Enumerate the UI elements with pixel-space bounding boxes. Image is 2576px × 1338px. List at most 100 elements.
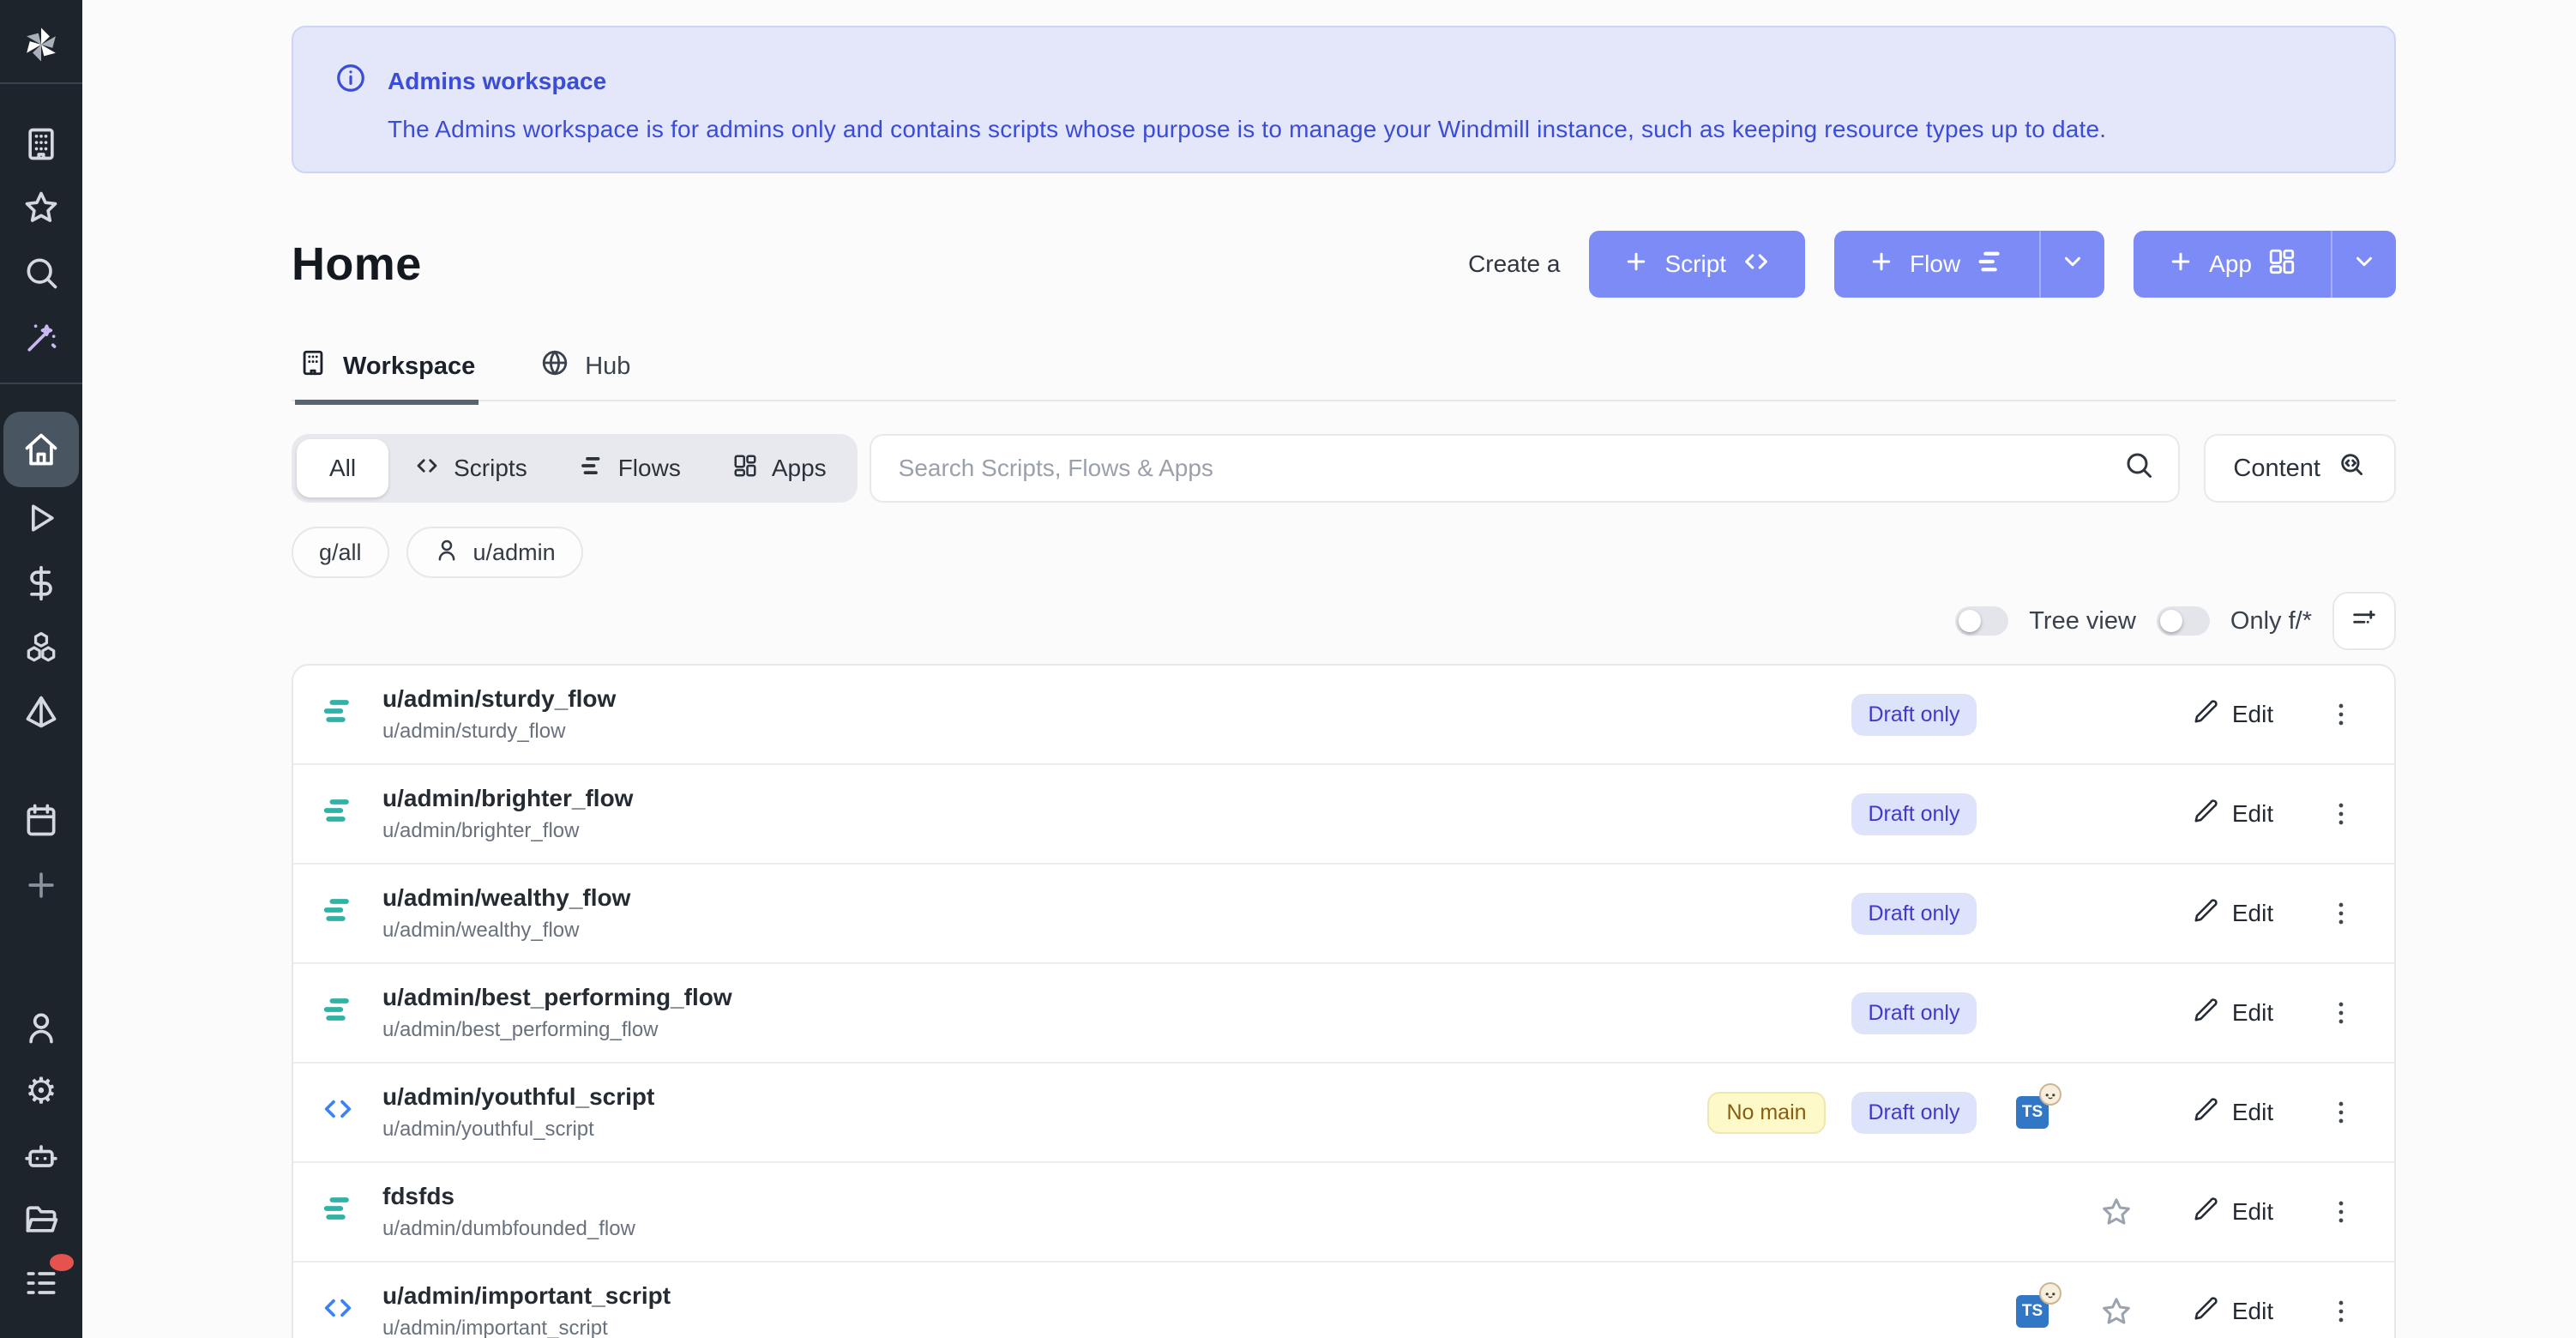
script-code-icon: [321, 1291, 355, 1332]
create-app-dropdown[interactable]: [2331, 231, 2396, 298]
item-title: fdsfds: [382, 1183, 635, 1210]
draft-only-badge: Draft only: [1851, 694, 1977, 736]
chip-user-admin[interactable]: u/admin: [406, 527, 583, 578]
sidebar-divider: [0, 383, 82, 384]
create-flow-button[interactable]: Flow: [1834, 231, 2039, 298]
page-title: Home: [292, 238, 422, 291]
home-icon[interactable]: [3, 412, 79, 487]
app-grid-icon: [2267, 247, 2296, 282]
favorites-star-icon[interactable]: [0, 189, 82, 226]
logs-icon[interactable]: [0, 1264, 82, 1302]
draft-only-badge: Draft only: [1851, 992, 1977, 1034]
item-title: u/admin/youthful_script: [382, 1083, 654, 1111]
tree-view-label: Tree view: [2029, 607, 2136, 636]
resources-boxes-icon[interactable]: [0, 630, 82, 667]
pencil-icon: [2193, 898, 2218, 930]
list-item[interactable]: u/admin/wealthy_flow u/admin/wealthy_flo…: [293, 865, 2394, 964]
edit-button[interactable]: Edit: [2182, 896, 2284, 931]
tab-workspace-label: Workspace: [343, 353, 475, 381]
search-box: [870, 434, 2181, 503]
create-app-split-button: App: [2134, 231, 2396, 298]
folders-icon[interactable]: [0, 1201, 82, 1239]
tab-hub-label: Hub: [585, 353, 630, 381]
create-script-label: Script: [1664, 250, 1726, 278]
kebab-menu-button[interactable]: [2320, 892, 2362, 935]
user-icon[interactable]: [0, 1009, 82, 1046]
list-item[interactable]: fdsfds u/admin/dumbfounded_flow No main …: [293, 1163, 2394, 1263]
admins-workspace-banner: Admins workspace The Admins workspace is…: [292, 26, 2396, 173]
create-app-label: App: [2209, 250, 2252, 278]
segment-apps[interactable]: Apps: [707, 439, 852, 497]
draft-only-badge: Draft only: [1851, 793, 1977, 835]
search-input[interactable]: [895, 453, 2124, 484]
list-item[interactable]: u/admin/youthful_script u/admin/youthful…: [293, 1064, 2394, 1163]
tab-hub[interactable]: Hub: [537, 348, 634, 400]
kebab-menu-button[interactable]: [2320, 793, 2362, 835]
segment-scripts-label: Scripts: [454, 455, 527, 482]
typescript-bun-icon: TS: [2016, 1096, 2049, 1129]
content-search-button[interactable]: Content: [2204, 434, 2396, 503]
segment-flows-label: Flows: [618, 455, 681, 482]
kebab-menu-button[interactable]: [2320, 1091, 2362, 1134]
kebab-menu-button[interactable]: [2320, 1190, 2362, 1233]
workers-bot-icon[interactable]: [0, 1137, 82, 1175]
schedules-pyramid-icon[interactable]: [0, 693, 82, 731]
list-item[interactable]: u/admin/brighter_flow u/admin/brighter_f…: [293, 765, 2394, 865]
settings-gear-icon[interactable]: ⚙: [0, 1072, 82, 1110]
chip-group-label: g/all: [319, 539, 362, 566]
edit-button[interactable]: Edit: [2182, 1294, 2284, 1329]
create-app-button[interactable]: App: [2134, 231, 2331, 298]
chip-group-all[interactable]: g/all: [292, 527, 389, 578]
list-item[interactable]: u/admin/sturdy_flow u/admin/sturdy_flow …: [293, 666, 2394, 765]
kebab-menu-button[interactable]: [2320, 991, 2362, 1034]
create-script-button[interactable]: Script: [1589, 231, 1805, 298]
pencil-icon: [2193, 1097, 2218, 1129]
edit-button[interactable]: Edit: [2182, 1095, 2284, 1130]
edit-button[interactable]: Edit: [2182, 1195, 2284, 1230]
apps-building-icon[interactable]: [0, 125, 82, 163]
edit-button[interactable]: Edit: [2182, 797, 2284, 832]
bun-icon: [2038, 1281, 2062, 1311]
add-plus-icon[interactable]: [0, 866, 82, 904]
item-title: u/admin/brighter_flow: [382, 785, 633, 812]
typescript-bun-icon: TS: [2016, 1295, 2049, 1328]
segment-apps-label: Apps: [772, 455, 827, 482]
chevron-down-icon: [2351, 249, 2377, 280]
only-f-label: Only f/*: [2230, 607, 2312, 636]
list-item[interactable]: u/admin/important_script u/admin/importa…: [293, 1263, 2394, 1338]
variables-dollar-icon[interactable]: [0, 564, 82, 602]
pencil-icon: [2193, 1196, 2218, 1228]
segment-flows[interactable]: Flows: [553, 439, 707, 497]
only-f-toggle[interactable]: [2157, 606, 2210, 636]
items-list: u/admin/sturdy_flow u/admin/sturdy_flow …: [292, 664, 2396, 1338]
tab-workspace[interactable]: Workspace: [295, 348, 478, 400]
segment-all[interactable]: All: [297, 439, 388, 497]
plus-icon: [2168, 249, 2194, 280]
item-title: u/admin/important_script: [382, 1282, 671, 1310]
app-grid-icon: [732, 453, 758, 485]
create-flow-dropdown[interactable]: [2039, 231, 2104, 298]
search-icon[interactable]: [0, 254, 82, 292]
owner-chips: g/all u/admin: [292, 527, 2396, 578]
create-prefix-label: Create a: [1468, 250, 1560, 278]
runs-play-icon[interactable]: [0, 499, 82, 537]
draft-only-badge: Draft only: [1851, 1092, 1977, 1134]
script-code-icon: [321, 1092, 355, 1133]
favorite-star-icon[interactable]: [2099, 1294, 2134, 1329]
edit-button[interactable]: Edit: [2182, 996, 2284, 1031]
ai-wand-icon[interactable]: [0, 319, 82, 357]
segment-scripts[interactable]: Scripts: [388, 439, 553, 497]
calendar-icon[interactable]: [0, 801, 82, 839]
sidebar-divider: [0, 82, 82, 84]
tree-view-toggle[interactable]: [1955, 606, 2008, 636]
windmill-logo[interactable]: [0, 22, 82, 67]
kebab-menu-button[interactable]: [2320, 1290, 2362, 1333]
code-icon: [1742, 247, 1771, 282]
search-code-icon: [2338, 450, 2367, 486]
edit-button[interactable]: Edit: [2182, 697, 2284, 732]
favorite-star-icon[interactable]: [2099, 1195, 2134, 1229]
filter-options-button[interactable]: [2332, 592, 2396, 650]
item-path: u/admin/wealthy_flow: [382, 919, 630, 943]
list-item[interactable]: u/admin/best_performing_flow u/admin/bes…: [293, 964, 2394, 1064]
kebab-menu-button[interactable]: [2320, 693, 2362, 736]
